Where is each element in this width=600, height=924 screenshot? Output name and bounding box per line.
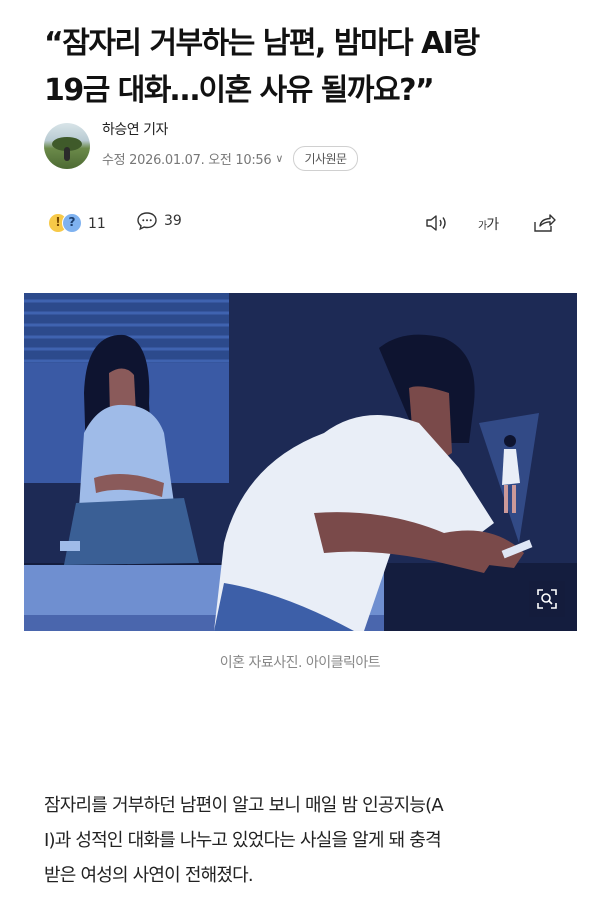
- magnifier-icon: [537, 589, 557, 609]
- body-line-2: I)과 성적인 대화를 나누고 있었다는 사실을 알게 돼 충격: [44, 830, 442, 851]
- article-body-paragraph: 잠자리를 거부하던 남편이 알고 보니 매일 밤 인공지능(A I)과 성적인 …: [44, 788, 564, 893]
- reporter-avatar[interactable]: [44, 122, 90, 169]
- byline: 하승연 기자 수정 2026.01.07. 오전 10:56 ∨ 기사원문: [44, 120, 358, 171]
- chevron-down-icon[interactable]: ∨: [275, 152, 283, 165]
- reaction-count: 11: [88, 216, 106, 232]
- headline-line-2: 19금 대화…이혼 사유 될까요?”: [44, 73, 435, 108]
- font-size-button[interactable]: 가가: [478, 214, 499, 234]
- article-actions: ! ? 11 39 가가: [44, 210, 564, 240]
- body-line-3: 받은 여성의 사연이 전해졌다.: [44, 865, 254, 886]
- comment-count: 39: [164, 213, 182, 229]
- reaction-emoji-icon: ! ?: [48, 213, 86, 235]
- body-line-1: 잠자리를 거부하던 남편이 알고 보니 매일 밤 인공지능(A: [44, 795, 444, 816]
- illustration-couple-image: [24, 293, 577, 631]
- zoom-image-button[interactable]: [529, 581, 565, 617]
- share-icon[interactable]: [532, 212, 558, 234]
- article-headline: “잠자리 거부하는 남편, 밤마다 AI랑 19금 대화…이혼 사유 될까요?”: [44, 20, 564, 114]
- article-illustration[interactable]: [24, 293, 577, 631]
- reporter-name[interactable]: 하승연 기자: [102, 120, 358, 140]
- headline-line-1: “잠자리 거부하는 남편, 밤마다 AI랑: [44, 26, 480, 61]
- reaction-button[interactable]: ! ? 11: [48, 213, 106, 235]
- original-article-button[interactable]: 기사원문: [293, 146, 358, 171]
- speaker-icon[interactable]: [424, 212, 450, 234]
- article-date: 수정 2026.01.07. 오전 10:56: [102, 153, 272, 168]
- image-caption: 이혼 자료사진. 아이클릭아트: [219, 655, 381, 671]
- comment-button[interactable]: 39: [136, 211, 182, 231]
- comment-icon: [137, 212, 157, 231]
